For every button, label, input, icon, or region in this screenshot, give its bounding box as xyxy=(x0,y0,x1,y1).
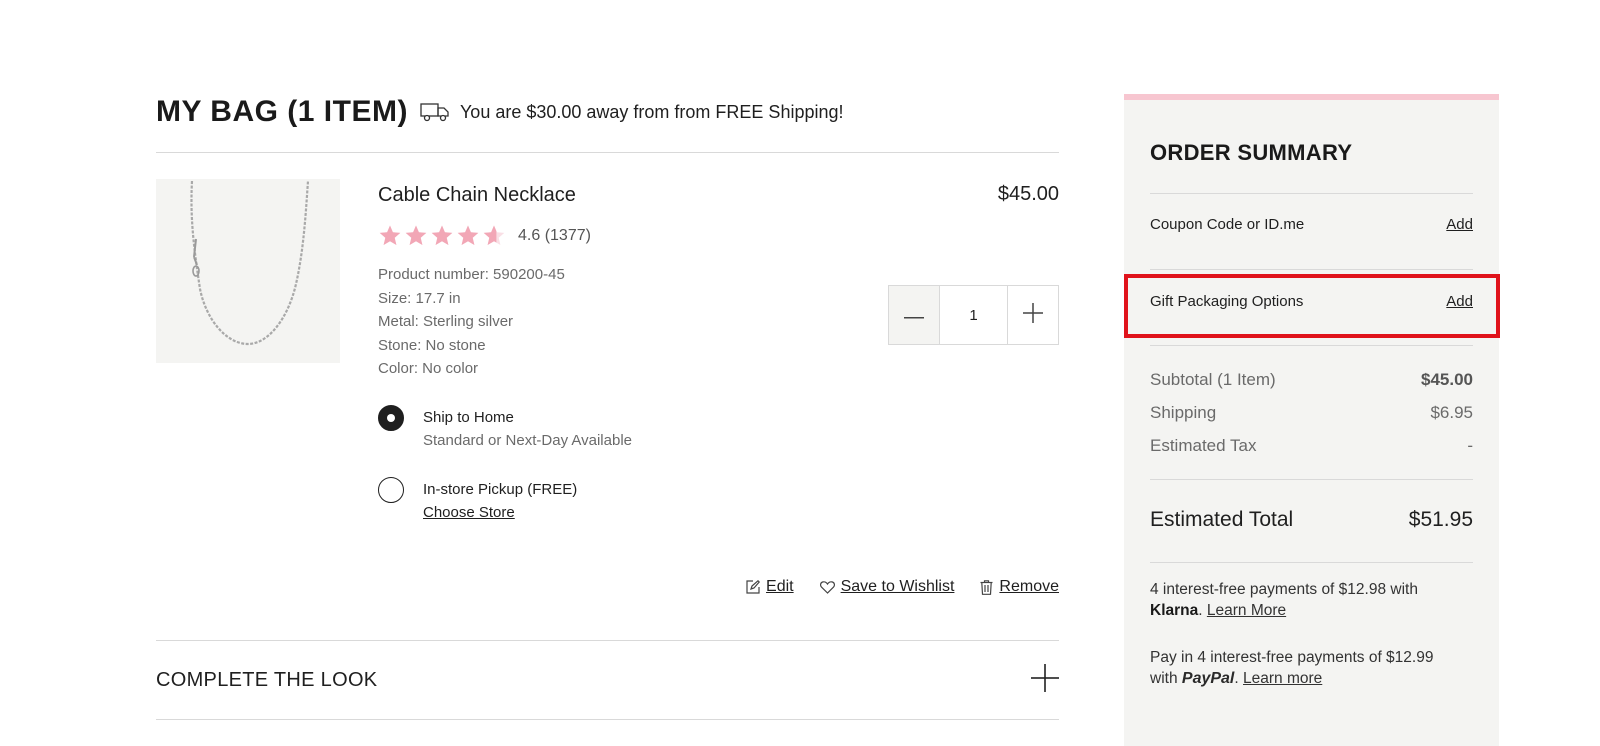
in-store-pickup-option[interactable]: In-store Pickup (FREE) Choose Store xyxy=(378,476,818,525)
shipping-row: Shipping $6.95 xyxy=(1150,403,1473,423)
truck-icon xyxy=(420,101,450,123)
product-price: $45.00 xyxy=(997,183,1059,205)
complete-the-look-toggle[interactable]: COMPLETE THE LOOK xyxy=(156,641,1059,719)
in-store-pickup-label: In-store Pickup (FREE) xyxy=(423,480,578,498)
remove-label: Remove xyxy=(999,578,1059,595)
tax-row: Estimated Tax - xyxy=(1150,436,1473,456)
attr-metal: Metal: Sterling silver xyxy=(378,313,514,330)
quantity-value[interactable]: 1 xyxy=(940,286,1007,344)
edit-icon xyxy=(746,580,761,594)
bag-title: MY BAG (1 ITEM) xyxy=(156,95,408,128)
star-icon xyxy=(482,224,508,248)
choose-store-link[interactable]: Choose Store xyxy=(423,501,577,525)
attr-product-number: Product number: 590200-45 xyxy=(378,266,565,283)
subtotal-label: Subtotal (1 Item) xyxy=(1150,370,1276,389)
bag-item: Cable Chain Necklace 4.6 (1377) Product … xyxy=(156,153,1059,640)
subtotal-value: $45.00 xyxy=(1421,370,1473,389)
shipping-value: $6.95 xyxy=(1430,403,1473,422)
shipping-label: Shipping xyxy=(1150,403,1217,422)
divider xyxy=(1150,269,1473,270)
paypal-promo: Pay in 4 interest-free payments of $12.9… xyxy=(1150,647,1473,689)
coupon-label: Coupon Code or ID.me xyxy=(1150,216,1305,233)
paypal-logo: PayPal xyxy=(1181,670,1235,687)
gift-packaging-add-link[interactable]: Add xyxy=(1446,293,1473,310)
save-to-wishlist-label: Save to Wishlist xyxy=(840,578,955,595)
expand-plus-icon[interactable] xyxy=(1031,663,1059,697)
divider xyxy=(1150,193,1473,194)
gift-packaging-label: Gift Packaging Options xyxy=(1150,293,1304,310)
bag-header: MY BAG (1 ITEM) You are $30.00 away from… xyxy=(156,92,1059,132)
decrease-quantity-button[interactable] xyxy=(889,286,940,344)
paypal-learn-more-link[interactable]: Learn more xyxy=(1243,670,1322,687)
complete-the-look-title: COMPLETE THE LOOK xyxy=(156,668,378,691)
divider xyxy=(1150,562,1473,563)
gift-packaging-row: Gift Packaging Options Add xyxy=(1150,293,1473,310)
klarna-logo: Klarna xyxy=(1150,602,1199,619)
trash-icon xyxy=(980,579,993,595)
tax-label: Estimated Tax xyxy=(1150,436,1257,455)
ship-to-home-radio[interactable] xyxy=(378,404,404,431)
product-attributes: Product number: 590200-45 Size: 17.7 in … xyxy=(378,263,818,381)
product-info: Cable Chain Necklace 4.6 (1377) Product … xyxy=(378,179,818,525)
klarna-promo: 4 interest-free payments of $12.98 with … xyxy=(1150,579,1473,621)
estimated-total-row: Estimated Total $51.95 xyxy=(1150,508,1473,532)
rating-text: 4.6 (1377) xyxy=(518,227,591,244)
attr-color: Color: No color xyxy=(378,360,479,377)
divider xyxy=(156,719,1059,720)
bag-section: MY BAG (1 ITEM) You are $30.00 away from… xyxy=(156,92,1059,720)
star-icon xyxy=(378,224,404,248)
minus-icon xyxy=(904,306,924,324)
coupon-add-link[interactable]: Add xyxy=(1446,216,1473,233)
edit-label: Edit xyxy=(766,578,794,595)
order-summary-title: ORDER SUMMARY xyxy=(1150,140,1353,165)
divider xyxy=(1150,345,1473,346)
star-icon xyxy=(404,224,430,248)
ship-to-home-label: Ship to Home xyxy=(423,408,514,426)
increase-quantity-button[interactable] xyxy=(1007,286,1058,344)
plus-icon xyxy=(1023,302,1043,328)
product-image[interactable] xyxy=(156,179,340,363)
item-actions: Edit Save to Wishlist Remove xyxy=(720,578,1059,596)
product-name[interactable]: Cable Chain Necklace xyxy=(378,179,818,211)
paypal-text: Pay in 4 interest-free payments of $12.9… xyxy=(1150,649,1434,666)
divider xyxy=(1150,479,1473,480)
subtotal-row: Subtotal (1 Item) $45.00 xyxy=(1150,370,1473,390)
order-summary: ORDER SUMMARY Coupon Code or ID.me Add G… xyxy=(1124,94,1499,746)
rating-stars xyxy=(378,224,508,248)
quantity-stepper: 1 xyxy=(888,285,1059,345)
ship-to-home-option[interactable]: Ship to Home Standard or Next-Day Availa… xyxy=(378,404,818,453)
star-icon xyxy=(456,224,482,248)
remove-button[interactable]: Remove xyxy=(980,578,1059,596)
star-icon xyxy=(430,224,456,248)
in-store-pickup-radio[interactable] xyxy=(378,476,404,503)
attr-size: Size: 17.7 in xyxy=(378,289,461,307)
ship-to-home-sub: Standard or Next-Day Available xyxy=(423,431,633,449)
save-to-wishlist-button[interactable]: Save to Wishlist xyxy=(819,578,955,596)
edit-button[interactable]: Edit xyxy=(746,578,794,596)
coupon-row: Coupon Code or ID.me Add xyxy=(1150,216,1473,233)
heart-icon xyxy=(819,580,835,594)
attr-stone: Stone: No stone xyxy=(378,336,486,354)
estimated-total-label: Estimated Total xyxy=(1150,508,1294,531)
klarna-text: 4 interest-free payments of $12.98 with xyxy=(1150,581,1418,598)
klarna-learn-more-link[interactable]: Learn More xyxy=(1207,602,1286,619)
product-rating[interactable]: 4.6 (1377) xyxy=(378,221,818,251)
tax-value: - xyxy=(1467,436,1473,455)
estimated-total-value: $51.95 xyxy=(1408,508,1473,531)
free-shipping-message: You are $30.00 away from from FREE Shipp… xyxy=(459,101,844,122)
